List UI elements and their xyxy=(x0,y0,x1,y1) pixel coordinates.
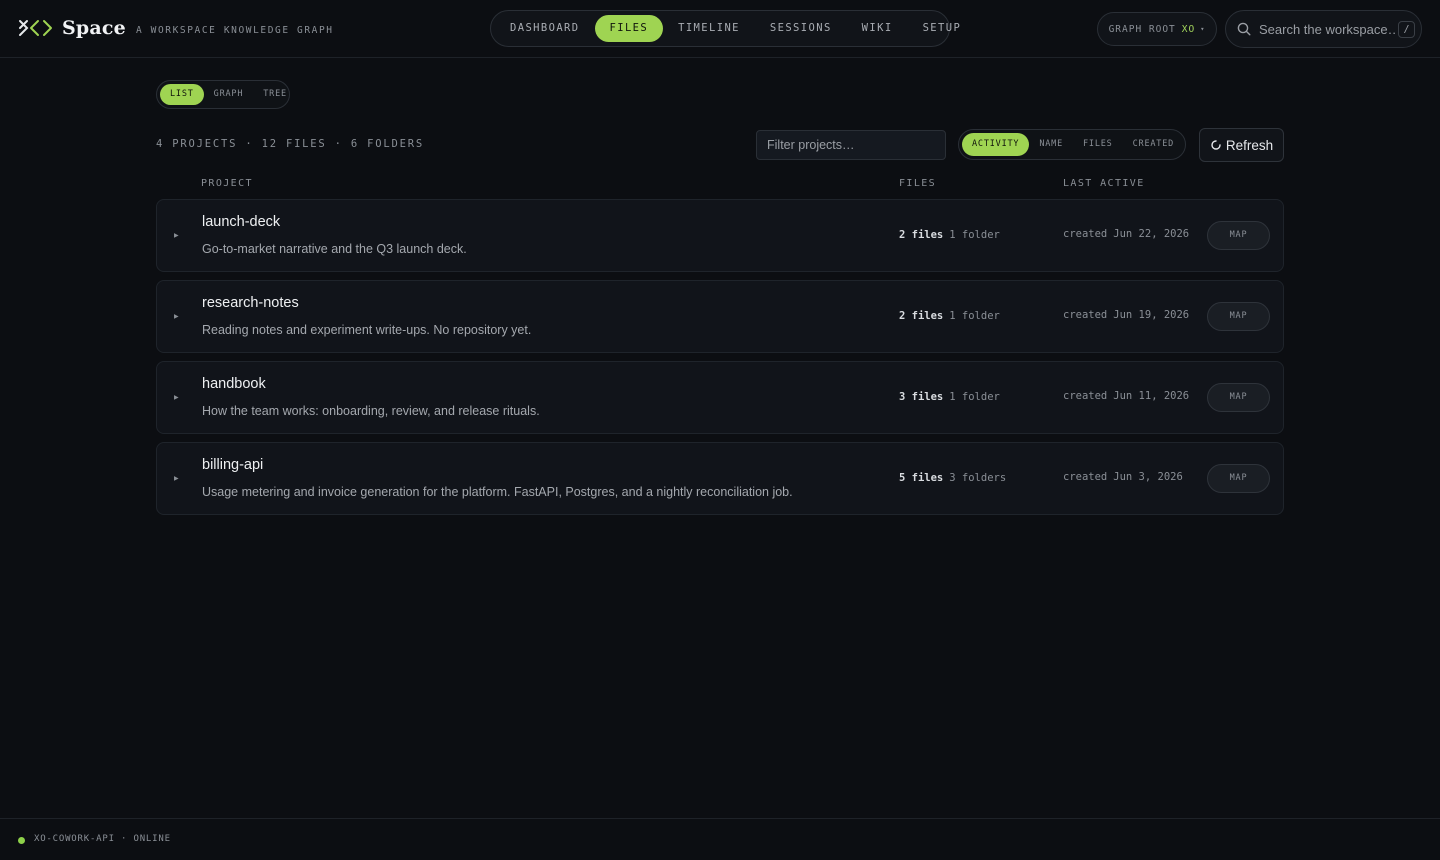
created-label: created xyxy=(1063,228,1108,240)
project-row[interactable]: ▶ research-notes Reading notes and exper… xyxy=(156,280,1284,353)
nav-files[interactable]: FILES xyxy=(594,15,664,42)
file-count: 3 files xyxy=(899,391,944,403)
connection-status: XO-COWORK-API · ONLINE xyxy=(34,834,171,844)
nav-sessions[interactable]: SESSIONS xyxy=(755,15,847,42)
view-tree[interactable]: TREE xyxy=(253,84,297,105)
column-header-files[interactable]: FILES xyxy=(899,178,936,189)
project-row[interactable]: ▶ billing-api Usage metering and invoice… xyxy=(156,442,1284,515)
nav-timeline[interactable]: TIMELINE xyxy=(663,15,755,42)
main-nav: DASHBOARD FILES TIMELINE SESSIONS WIKI S… xyxy=(490,10,960,47)
project-description: Go-to-market narrative and the Q3 launch… xyxy=(202,242,467,256)
refresh-label: Refresh xyxy=(1225,137,1274,153)
column-header-last-active[interactable]: LAST ACTIVE xyxy=(1063,178,1145,189)
created-date: Jun 22, 2026 xyxy=(1113,228,1190,240)
refresh-icon xyxy=(1211,140,1221,150)
project-file-count: 2 files 1 folder xyxy=(899,229,1000,241)
project-list: ▶ launch-deck Go-to-market narrative and… xyxy=(156,199,1284,523)
project-created: created Jun 22, 2026 xyxy=(1063,228,1189,240)
view-list[interactable]: LIST xyxy=(160,84,204,105)
folder-count: 3 folders xyxy=(949,472,1007,484)
brand-tagline: A WORKSPACE KNOWLEDGE GRAPH xyxy=(135,25,334,36)
file-count: 2 files xyxy=(899,229,944,241)
map-button[interactable]: MAP xyxy=(1207,464,1270,493)
brand-name: Space xyxy=(62,17,126,39)
file-count: 5 files xyxy=(899,472,944,484)
view-mode-toggle: LIST GRAPH TREE xyxy=(156,80,290,109)
status-bar: XO-COWORK-API · ONLINE xyxy=(0,818,1440,860)
project-file-count: 3 files 1 folder xyxy=(899,391,1000,403)
project-description: How the team works: onboarding, review, … xyxy=(202,404,540,418)
brand[interactable]: Space A WORKSPACE KNOWLEDGE GRAPH xyxy=(18,16,334,40)
map-button[interactable]: MAP xyxy=(1207,383,1270,412)
project-description: Reading notes and experiment write-ups. … xyxy=(202,323,532,337)
space-logo-icon xyxy=(19,20,52,36)
sort-toggle: ACTIVITY NAME FILES CREATED xyxy=(958,129,1186,160)
graph-root-label: GRAPH ROOT xyxy=(1108,23,1176,35)
search-box[interactable]: / xyxy=(1225,10,1422,48)
created-label: created xyxy=(1063,471,1108,483)
projects-summary: 4 PROJECTS · 12 FILES · 6 FOLDERS xyxy=(156,138,425,150)
project-name[interactable]: launch-deck xyxy=(202,214,280,230)
project-description: Usage metering and invoice generation fo… xyxy=(202,485,793,499)
project-created: created Jun 3, 2026 xyxy=(1063,471,1183,483)
folder-count: 1 folder xyxy=(949,391,1000,403)
created-date: Jun 19, 2026 xyxy=(1113,309,1190,321)
project-name[interactable]: handbook xyxy=(202,376,266,392)
expand-caret-icon[interactable]: ▶ xyxy=(174,232,179,239)
created-date: Jun 3, 2026 xyxy=(1113,471,1183,483)
project-created: created Jun 19, 2026 xyxy=(1063,309,1189,321)
sort-files[interactable]: FILES xyxy=(1073,133,1123,156)
view-graph[interactable]: GRAPH xyxy=(204,84,254,105)
graph-root-selector[interactable]: GRAPH ROOT XO ▾ xyxy=(1097,12,1217,46)
project-created: created Jun 11, 2026 xyxy=(1063,390,1189,402)
expand-caret-icon[interactable]: ▶ xyxy=(174,475,179,482)
search-icon xyxy=(1237,22,1251,36)
project-row[interactable]: ▶ handbook How the team works: onboardin… xyxy=(156,361,1284,434)
search-input[interactable] xyxy=(1259,21,1395,37)
caret-down-icon: ▾ xyxy=(1200,25,1206,33)
project-file-count: 5 files 3 folders xyxy=(899,472,1006,484)
created-label: created xyxy=(1063,309,1108,321)
project-row[interactable]: ▶ launch-deck Go-to-market narrative and… xyxy=(156,199,1284,272)
refresh-button[interactable]: Refresh xyxy=(1199,128,1284,162)
nav-wiki[interactable]: WIKI xyxy=(847,15,908,42)
created-date: Jun 11, 2026 xyxy=(1113,390,1190,402)
top-bar: Space A WORKSPACE KNOWLEDGE GRAPH DASHBO… xyxy=(0,0,1440,58)
map-button[interactable]: MAP xyxy=(1207,302,1270,331)
nav-dashboard[interactable]: DASHBOARD xyxy=(495,15,595,42)
status-online-icon xyxy=(18,837,25,844)
nav-setup[interactable]: SETUP xyxy=(908,15,977,42)
sort-created[interactable]: CREATED xyxy=(1123,133,1184,156)
sort-name[interactable]: NAME xyxy=(1029,133,1073,156)
project-file-count: 2 files 1 folder xyxy=(899,310,1000,322)
graph-root-value: XO xyxy=(1181,23,1196,35)
map-button[interactable]: MAP xyxy=(1207,221,1270,250)
folder-count: 1 folder xyxy=(949,229,1000,241)
folder-count: 1 folder xyxy=(949,310,1000,322)
expand-caret-icon[interactable]: ▶ xyxy=(174,394,179,401)
column-header-project[interactable]: PROJECT xyxy=(201,178,253,189)
search-shortcut-key: / xyxy=(1398,20,1415,38)
created-label: created xyxy=(1063,390,1108,402)
file-count: 2 files xyxy=(899,310,944,322)
project-name[interactable]: research-notes xyxy=(202,295,299,311)
expand-caret-icon[interactable]: ▶ xyxy=(174,313,179,320)
filter-projects-input[interactable] xyxy=(756,130,946,160)
project-name[interactable]: billing-api xyxy=(202,457,263,473)
sort-activity[interactable]: ACTIVITY xyxy=(962,133,1030,156)
